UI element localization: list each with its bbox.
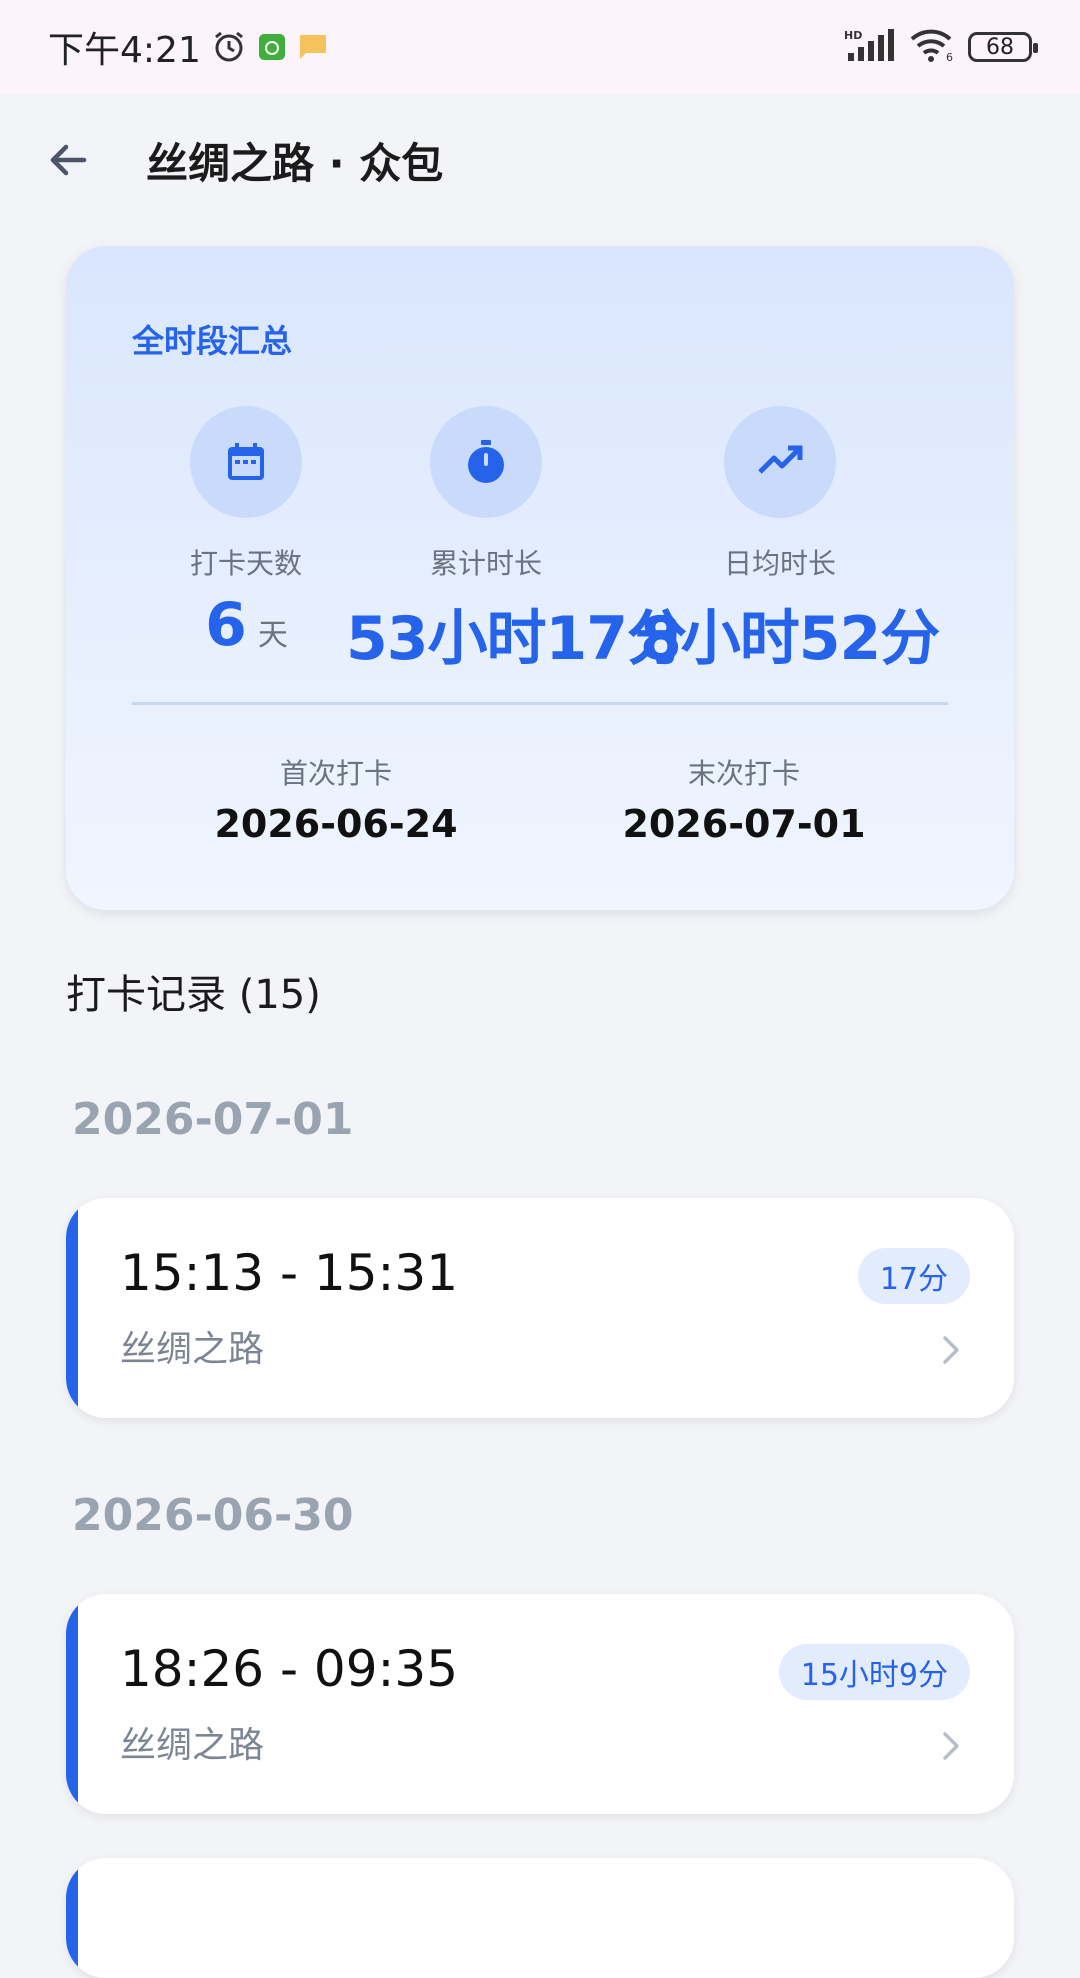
duration-badge: 15小时9分 — [778, 1644, 970, 1700]
divider — [132, 702, 948, 705]
stat-number: 6 — [205, 590, 247, 660]
record-accent-bar — [66, 1594, 78, 1814]
page-title: 丝绸之路 · 众包 — [146, 138, 444, 188]
record-place: 丝绸之路 — [120, 1725, 265, 1766]
stat-unit: 天 — [257, 618, 288, 653]
status-time: 下午4:21 — [48, 30, 201, 71]
record-accent-bar — [66, 1198, 78, 1418]
stat-total-duration: 累计时长 53小时17分 — [346, 406, 687, 677]
svg-text:6: 6 — [946, 51, 953, 63]
group-date: 2026-07-01 — [72, 1094, 354, 1145]
record-place: 丝绸之路 — [120, 1329, 265, 1370]
last-checkin-label: 末次打卡 — [687, 757, 800, 790]
record-accent-bar — [66, 1858, 78, 1978]
stat-value: 53小时17分 — [346, 604, 687, 674]
first-checkin-date: 2026-06-24 — [214, 802, 458, 846]
last-checkin-date: 2026-07-01 — [622, 802, 866, 846]
stat-value: 8小时52分 — [640, 604, 940, 674]
record-card-partial[interactable] — [66, 1858, 1014, 1978]
record-time: 15:13 - 15:31 — [120, 1244, 459, 1302]
last-checkin: 末次打卡 2026-07-01 — [554, 752, 934, 846]
stat-days: 打卡天数 6天 — [106, 406, 386, 660]
wifi-icon: 6 — [908, 27, 956, 67]
status-bar: 下午4:21 HD 6 68 — [0, 0, 1080, 94]
stat-value: 6天 — [106, 590, 386, 660]
record-time: 18:26 - 09:35 — [120, 1640, 459, 1698]
stat-label: 打卡天数 — [189, 547, 302, 580]
summary-title: 全时段汇总 — [132, 322, 293, 360]
stat-daily-average: 日均时长 8小时52分 — [640, 406, 940, 677]
trending-up-icon — [724, 406, 836, 518]
duration-badge: 17分 — [857, 1248, 970, 1304]
battery-indicator: 68 — [968, 32, 1038, 62]
message-notification-icon — [297, 32, 329, 62]
chevron-right-icon — [943, 1732, 959, 1760]
stat-label: 日均时长 — [723, 547, 836, 580]
back-button[interactable] — [40, 132, 96, 188]
stopwatch-icon — [430, 406, 542, 518]
stat-label: 累计时长 — [429, 547, 542, 580]
app-notification-icon — [257, 32, 287, 62]
calendar-icon — [190, 406, 302, 518]
signal-icon: HD — [844, 27, 896, 67]
first-checkin: 首次打卡 2026-06-24 — [146, 752, 526, 846]
alarm-icon — [211, 29, 247, 65]
arrow-back-icon — [50, 144, 87, 176]
record-card[interactable]: 15:13 - 15:31 丝绸之路 17分 — [66, 1198, 1014, 1418]
chevron-right-icon — [943, 1336, 959, 1364]
summary-card: 全时段汇总 打卡天数 6天 累计时长 53小时17分 日均时长 8小时52分 首… — [66, 246, 1014, 910]
group-date: 2026-06-30 — [72, 1490, 354, 1541]
first-checkin-label: 首次打卡 — [279, 757, 392, 790]
top-app-bar: 丝绸之路 · 众包 — [0, 94, 1080, 226]
records-heading: 打卡记录 (15) — [66, 972, 321, 1018]
svg-text:HD: HD — [844, 29, 862, 42]
record-card[interactable]: 18:26 - 09:35 丝绸之路 15小时9分 — [66, 1594, 1014, 1814]
